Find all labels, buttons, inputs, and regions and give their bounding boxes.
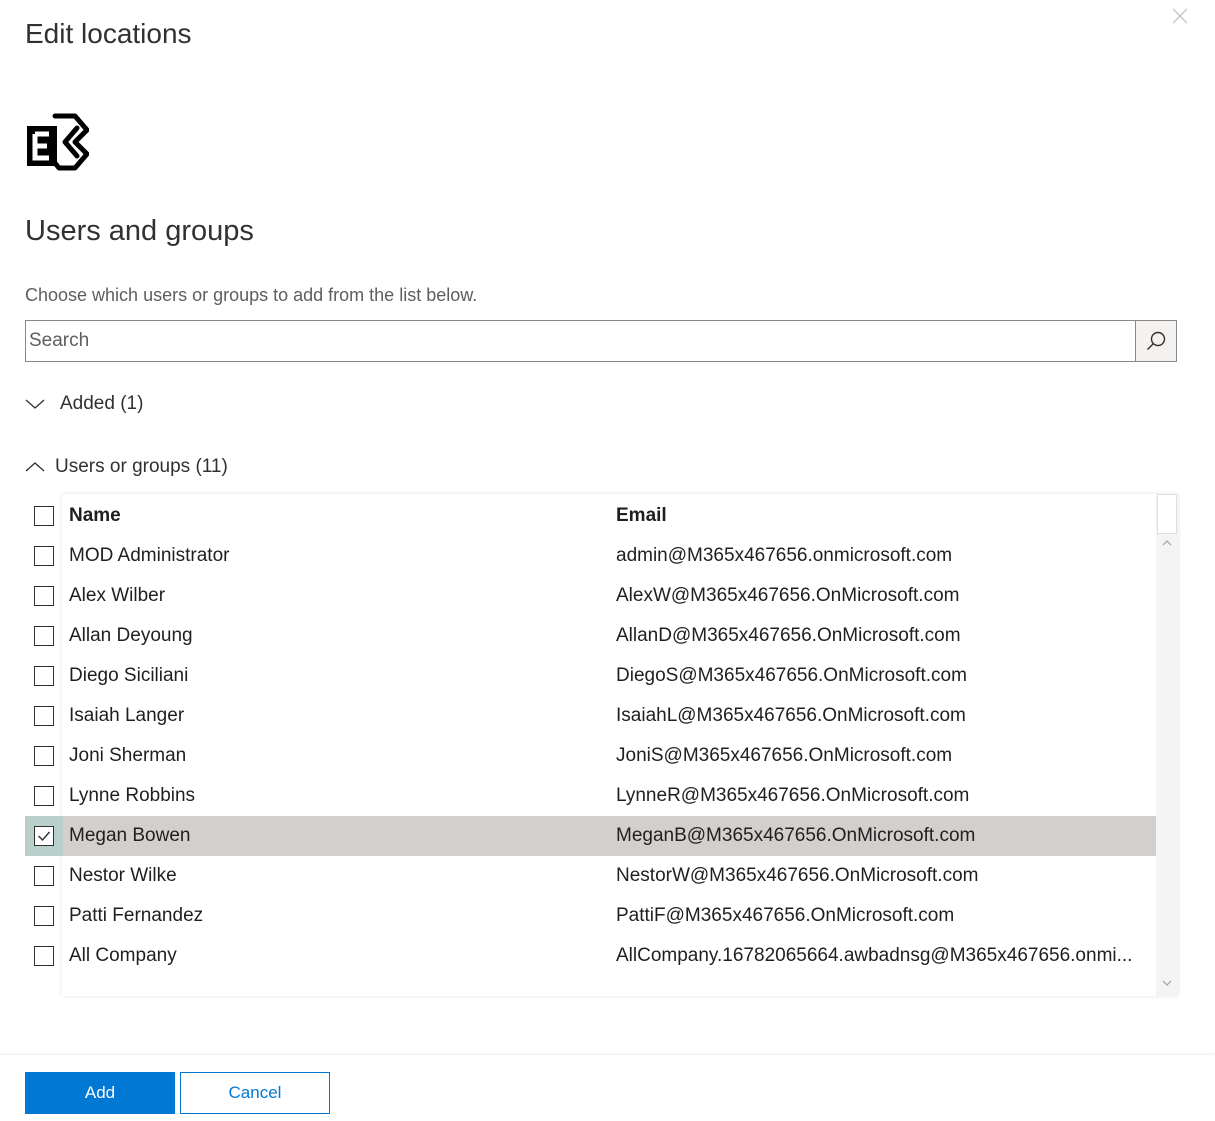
row-checkbox-cell[interactable] xyxy=(25,736,63,776)
row-checkbox[interactable] xyxy=(34,666,54,686)
row-checkbox[interactable] xyxy=(34,546,54,566)
row-name: Patti Fernandez xyxy=(69,905,204,926)
row-checkbox[interactable] xyxy=(34,866,54,886)
row-checkbox[interactable] xyxy=(34,786,54,806)
table-row[interactable]: Allan Deyoung AllanD@M365x467656.OnMicros… xyxy=(25,616,1156,656)
table-row[interactable]: All Company AllCompany.16782065664.awbadn… xyxy=(25,936,1156,976)
table-header-row: Name Email xyxy=(25,496,1156,536)
panel-footer: Add Cancel xyxy=(0,1055,1215,1121)
row-checkbox[interactable] xyxy=(34,826,54,846)
row-email: IsaiahL@M365x467656.OnMicrosoft.com xyxy=(616,705,966,726)
scroll-thumb[interactable] xyxy=(1157,494,1177,534)
row-checkbox-cell[interactable] xyxy=(25,576,63,616)
column-header-name[interactable]: Name xyxy=(69,505,121,527)
select-all-checkbox[interactable] xyxy=(34,506,54,526)
table-row[interactable]: Alex Wilber AlexW@M365x467656.OnMicrosoft… xyxy=(25,576,1156,616)
row-email: AllanD@M365x467656.OnMicrosoft.com xyxy=(616,625,961,646)
row-checkbox-cell[interactable] xyxy=(25,896,63,936)
search-button[interactable] xyxy=(1135,321,1176,361)
row-email: DiegoS@M365x467656.OnMicrosoft.com xyxy=(616,665,967,686)
row-checkbox[interactable] xyxy=(34,586,54,606)
table-row[interactable]: Lynne Robbins LynneR@M365x467656.OnMicros… xyxy=(25,776,1156,816)
table-row[interactable]: Megan Bowen MeganB@M365x467656.OnMicrosof… xyxy=(25,816,1156,856)
row-name: Alex Wilber xyxy=(69,585,166,606)
row-email: NestorW@M365x467656.OnMicrosoft.com xyxy=(616,865,979,886)
row-name: Megan Bowen xyxy=(69,825,191,846)
row-checkbox[interactable] xyxy=(34,946,54,966)
row-name: Lynne Robbins xyxy=(69,785,196,806)
row-name: Nestor Wilke xyxy=(69,865,177,886)
row-checkbox[interactable] xyxy=(34,626,54,646)
select-all-checkbox-cell[interactable] xyxy=(25,496,63,536)
search-icon xyxy=(1147,331,1166,350)
table-row[interactable]: Patti Fernandez PattiF@M365x467656.OnMicr… xyxy=(25,896,1156,936)
search-box xyxy=(25,320,1177,362)
row-checkbox[interactable] xyxy=(34,746,54,766)
table-row[interactable]: Nestor Wilke NestorW@M365x467656.OnMicros… xyxy=(25,856,1156,896)
users-group-label: Users or groups (11) xyxy=(55,456,228,477)
row-checkbox-cell[interactable] xyxy=(25,616,63,656)
row-name: Diego Siciliani xyxy=(69,665,189,686)
users-group-toggle[interactable]: Users or groups (11) xyxy=(25,456,228,478)
cancel-button[interactable]: Cancel xyxy=(180,1072,330,1114)
row-checkbox[interactable] xyxy=(34,706,54,726)
row-name: All Company xyxy=(69,945,177,966)
added-group-label: Added (1) xyxy=(60,393,144,414)
chevron-down-icon xyxy=(25,399,45,409)
row-checkbox-cell[interactable] xyxy=(25,536,63,576)
row-email: JoniS@M365x467656.OnMicrosoft.com xyxy=(616,745,953,766)
panel-title: Edit locations xyxy=(25,18,192,49)
row-email: AllCompany.16782065664.awbadnsg@M365x467… xyxy=(616,945,1133,966)
row-checkbox[interactable] xyxy=(34,906,54,926)
table-row[interactable]: Diego Siciliani DiegoS@M365x467656.OnMicr… xyxy=(25,656,1156,696)
scroll-down-icon[interactable] xyxy=(1160,976,1174,990)
add-button[interactable]: Add xyxy=(25,1072,175,1114)
scrollbar[interactable] xyxy=(1156,494,1178,996)
table-row[interactable]: Isaiah Langer IsaiahL@M365x467656.OnMicro… xyxy=(25,696,1156,736)
row-checkbox-cell[interactable] xyxy=(25,776,63,816)
close-button[interactable] xyxy=(1168,4,1192,28)
row-email: MeganB@M365x467656.OnMicrosoft.com xyxy=(616,825,976,846)
row-name: Joni Sherman xyxy=(69,745,187,766)
section-title: Users and groups xyxy=(25,215,254,247)
table-row[interactable]: MOD Administrator admin@M365x467656.onmic… xyxy=(25,536,1156,576)
checkmark-icon xyxy=(38,831,51,842)
row-email: admin@M365x467656.onmicrosoft.com xyxy=(616,545,953,566)
row-checkbox-cell[interactable] xyxy=(25,696,63,736)
row-name: Isaiah Langer xyxy=(69,705,185,726)
row-checkbox-cell[interactable] xyxy=(25,856,63,896)
column-header-email[interactable]: Email xyxy=(616,505,1150,527)
row-name: Allan Deyoung xyxy=(69,625,193,646)
users-list: Name Email MOD Administrator admin@M365x4… xyxy=(25,494,1178,996)
scroll-up-icon[interactable] xyxy=(1160,536,1174,550)
row-name: MOD Administrator xyxy=(69,545,230,566)
row-email: AlexW@M365x467656.OnMicrosoft.com xyxy=(616,585,960,606)
row-email: LynneR@M365x467656.OnMicrosoft.com xyxy=(616,785,970,806)
instructions-text: Choose which users or groups to add from… xyxy=(25,285,478,305)
row-checkbox-cell[interactable] xyxy=(25,936,63,976)
row-checkbox-cell[interactable] xyxy=(25,816,63,856)
exchange-icon xyxy=(25,112,90,172)
added-group-toggle[interactable]: Added (1) xyxy=(25,393,143,415)
table-row[interactable]: Joni Sherman JoniS@M365x467656.OnMicrosof… xyxy=(25,736,1156,776)
close-icon xyxy=(1172,8,1188,24)
row-checkbox-cell[interactable] xyxy=(25,656,63,696)
chevron-up-icon xyxy=(25,462,45,472)
search-input[interactable] xyxy=(26,321,1135,361)
row-email: PattiF@M365x467656.OnMicrosoft.com xyxy=(616,905,955,926)
